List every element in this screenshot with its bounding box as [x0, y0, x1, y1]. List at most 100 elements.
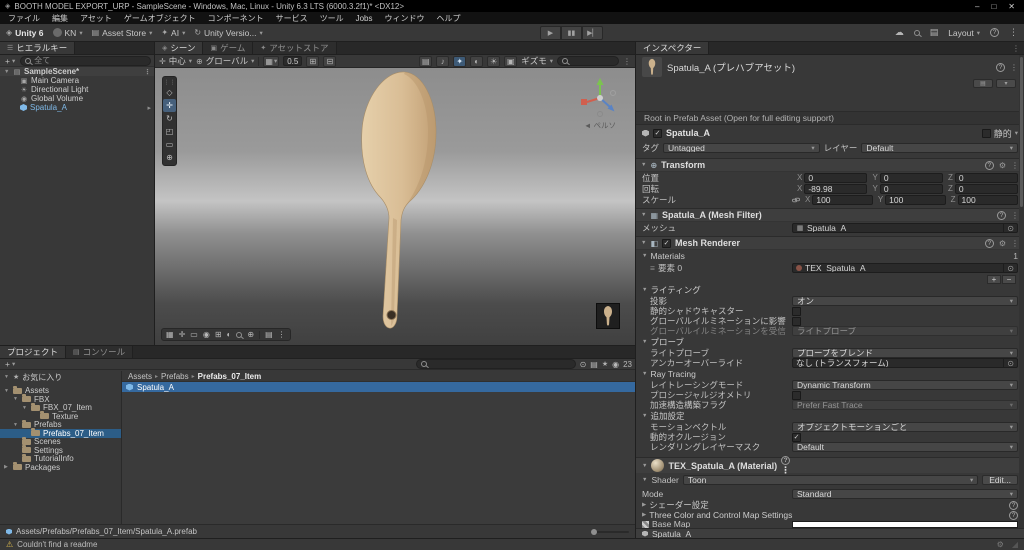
- scale-y-field[interactable]: 100: [885, 194, 946, 205]
- pivot-dropdown[interactable]: ✛ 中心 ▾: [159, 55, 192, 67]
- mode-dropdown[interactable]: Standard ▾: [792, 489, 1018, 499]
- camera-settings-button[interactable]: ▣: [504, 55, 518, 67]
- tab-asset-store[interactable]: ✦ アセットストア: [253, 42, 337, 54]
- minimize-button[interactable]: –: [975, 2, 979, 11]
- prefab-open-arrow-icon[interactable]: ▸: [147, 104, 151, 112]
- dynamic-occlusion-checkbox[interactable]: ✓: [792, 432, 801, 442]
- motion-vectors-dropdown[interactable]: オブジェクトモーションごと ▾: [792, 422, 1018, 432]
- skybox-toggle-button[interactable]: ☀: [487, 55, 501, 67]
- layer-dropdown[interactable]: Default ▾: [861, 143, 1019, 153]
- base-map-color-swatch[interactable]: [792, 520, 1018, 528]
- snap-overlay-button[interactable]: ⊕: [247, 330, 254, 339]
- tree-item-assets[interactable]: ▼ Assets: [0, 385, 121, 395]
- mesh-filter-header[interactable]: ▼ ▦ Spatula_A (Mesh Filter) ? ⋮: [636, 208, 1024, 222]
- hierarchy-item-spatula[interactable]: Spatula_A ▸: [0, 103, 154, 112]
- position-x-field[interactable]: 0: [804, 172, 868, 183]
- asset-store-dropdown[interactable]: ▤ Asset Store ▾: [92, 28, 153, 38]
- shading-overlay-button[interactable]: ◐: [227, 330, 232, 339]
- inspector-menu-icon[interactable]: ⋮: [1012, 44, 1020, 53]
- rect-overlay-button[interactable]: ▭: [190, 330, 198, 339]
- foldout-arrow-icon[interactable]: ▼: [642, 463, 647, 469]
- effects-toggle-button[interactable]: ✦: [453, 55, 467, 67]
- rendering-layer-mask-dropdown[interactable]: Default ▾: [792, 442, 1018, 452]
- tab-scene[interactable]: ◈ シーン: [155, 42, 204, 54]
- link-scale-icon[interactable]: [792, 196, 800, 204]
- account-dropdown[interactable]: KN ▾: [52, 28, 83, 38]
- procedural-geometry-checkbox[interactable]: [792, 390, 801, 400]
- hierarchy-item-global-volume[interactable]: ◉ Global Volume: [0, 94, 154, 103]
- position-z-field[interactable]: 0: [954, 172, 1018, 183]
- foldout-arrow-icon[interactable]: ▼: [13, 396, 19, 402]
- projection-label[interactable]: ◄ ペルソ: [577, 120, 623, 131]
- menu-help[interactable]: ヘルプ: [431, 13, 467, 24]
- orientation-gizmo[interactable]: [577, 74, 623, 120]
- cast-shadows-dropdown[interactable]: オン ▾: [792, 296, 1018, 306]
- search-by-type-icon[interactable]: ⊙: [580, 360, 587, 369]
- tag-dropdown[interactable]: Untagged ▾: [663, 143, 820, 153]
- tree-item-prefabs-07-item[interactable]: Prefabs_07_Item: [0, 428, 121, 438]
- layout-dropdown[interactable]: Layout ▾: [948, 28, 980, 38]
- ai-dropdown[interactable]: ✦ AI ▾: [161, 28, 185, 38]
- mesh-object-field[interactable]: ▦ Spatula_A ⊙: [792, 223, 1018, 233]
- rotate-tool-button[interactable]: ↻: [163, 112, 176, 125]
- tab-inspector[interactable]: インスペクター: [636, 42, 710, 54]
- drag-handle-icon[interactable]: ≡: [650, 263, 655, 273]
- audio-toggle-button[interactable]: ♪: [436, 55, 450, 67]
- scale-x-field[interactable]: 100: [812, 194, 873, 205]
- position-y-field[interactable]: 0: [879, 172, 943, 183]
- hierarchy-item-main-camera[interactable]: ▣ Main Camera: [0, 76, 154, 85]
- object-picker-icon[interactable]: ⊙: [1003, 224, 1014, 232]
- foldout-arrow-icon[interactable]: ▼: [641, 212, 646, 218]
- renderer-enabled-checkbox[interactable]: ✓: [662, 238, 672, 248]
- foldout-arrow-icon[interactable]: ▼: [4, 374, 10, 380]
- gizmos-dropdown[interactable]: ギズモ ▾: [521, 55, 553, 67]
- grid-visibility-button[interactable]: ▦ ▾: [263, 55, 280, 67]
- grid-overlay-button[interactable]: ⊞: [215, 330, 222, 339]
- move-tool-button[interactable]: ✛: [163, 99, 176, 112]
- render-mode-button[interactable]: ▦: [166, 330, 174, 339]
- spatula-3d-model[interactable]: [155, 68, 635, 345]
- edit-shader-button[interactable]: Edit...: [982, 474, 1018, 485]
- close-button[interactable]: ✕: [1008, 2, 1015, 11]
- help-icon[interactable]: ?: [990, 28, 999, 37]
- grid-size-field[interactable]: 0.5: [283, 56, 303, 66]
- overlay-handle[interactable]: ⋮⋮: [163, 78, 176, 86]
- scene-viewport[interactable]: ⋮⋮ ◇ ✛ ↻ ◰ ▭ ⊕ ◄ ペルソ ▦ ✛ ▭ ◉ ⊞ ◐ ⊕ ▤ ⋮: [155, 68, 635, 345]
- rotation-y-field[interactable]: 0: [879, 183, 943, 194]
- component-menu-icon[interactable]: ⋮: [1011, 211, 1019, 220]
- header-menu-icon[interactable]: ⋮: [1010, 63, 1018, 72]
- foldout-arrow-icon[interactable]: ▼: [13, 422, 19, 428]
- menu-edit[interactable]: 編集: [46, 13, 74, 24]
- material-object-field[interactable]: TEX_Spatula_A ⊙: [792, 263, 1018, 273]
- lighting-toggle-button[interactable]: ◐: [470, 55, 484, 67]
- tree-item-packages[interactable]: ▶ Packages: [0, 462, 121, 472]
- prefab-options-button[interactable]: ▾: [996, 79, 1016, 88]
- rotation-z-field[interactable]: 0: [954, 183, 1018, 194]
- inspector-scrollbar[interactable]: [1019, 55, 1024, 528]
- presets-icon[interactable]: ⚙: [999, 161, 1006, 170]
- tree-item-fbx-07-item[interactable]: ▼ FBX_07_Item: [0, 402, 121, 412]
- component-menu-icon[interactable]: ⋮: [1011, 161, 1019, 170]
- draw-mode-button[interactable]: ▤: [419, 55, 433, 67]
- menu-component[interactable]: コンポーネント: [202, 13, 270, 24]
- overlay-menu-icon[interactable]: ⋮: [278, 330, 286, 339]
- static-shadow-checkbox[interactable]: [792, 306, 801, 316]
- add-material-button[interactable]: +: [987, 274, 1001, 284]
- version-control-dropdown[interactable]: ↻ Unity Versio... ▾: [194, 28, 262, 38]
- hidden-count-icon[interactable]: ◉: [612, 360, 619, 369]
- rotation-x-field[interactable]: -89.98: [804, 183, 868, 194]
- asset-item-spatula[interactable]: Spatula_A: [122, 382, 635, 392]
- object-picker-icon[interactable]: ⊙: [1003, 264, 1014, 272]
- project-search-input[interactable]: [415, 359, 576, 369]
- help-icon[interactable]: ?: [996, 62, 1005, 72]
- search-by-label-icon[interactable]: ▤: [590, 360, 598, 369]
- menu-assets[interactable]: アセット: [74, 13, 118, 24]
- tab-game[interactable]: ▣ ゲーム: [203, 42, 254, 54]
- foldout-arrow-icon[interactable]: ▶: [4, 464, 10, 470]
- shader-dropdown[interactable]: Toon ▾: [682, 474, 979, 485]
- contribute-gi-checkbox[interactable]: [792, 316, 801, 326]
- search-icon[interactable]: [913, 29, 920, 36]
- save-search-icon[interactable]: ★: [602, 360, 608, 368]
- breadcrumb-prefabs-07-item[interactable]: Prefabs_07_Item: [198, 372, 262, 381]
- help-icon[interactable]: ?: [781, 455, 791, 465]
